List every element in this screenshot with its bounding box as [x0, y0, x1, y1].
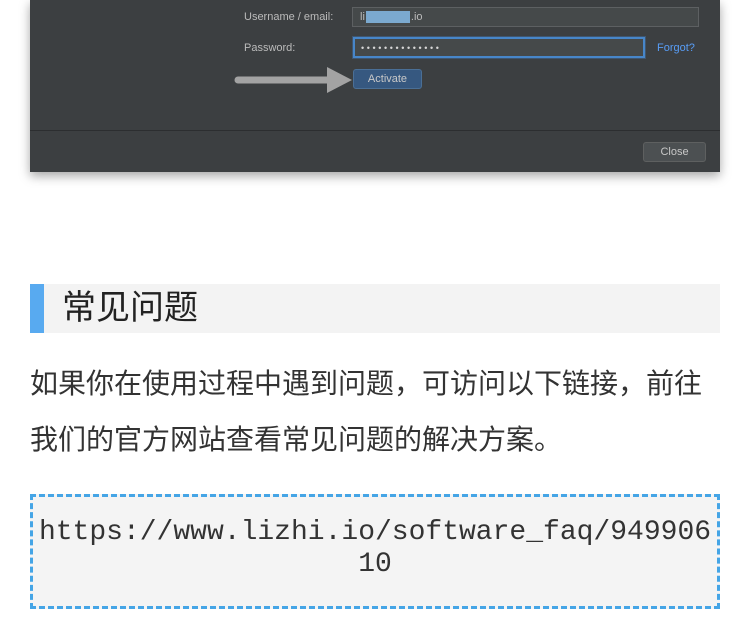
- close-button[interactable]: Close: [643, 142, 706, 162]
- password-mask: ••••••••••••••: [361, 42, 442, 53]
- password-input[interactable]: ••••••••••••••: [353, 37, 645, 58]
- activation-dialog: Username / email: li .io Password: •••••…: [30, 0, 720, 172]
- section-heading: 常见问题: [62, 289, 198, 327]
- heading-accent-bar: [30, 284, 44, 333]
- arrow-right-icon: [234, 67, 352, 93]
- username-label: Username / email:: [244, 11, 334, 23]
- forgot-password-link[interactable]: Forgot?: [657, 41, 695, 55]
- password-label: Password:: [244, 42, 296, 54]
- username-email-input[interactable]: li .io: [352, 7, 699, 27]
- redacted-text-block: [365, 11, 410, 23]
- faq-url-code-block: https://www.lizhi.io/software_faq/949906…: [30, 494, 720, 609]
- section-paragraph: 如果你在使用过程中遇到问题，可访问以下链接，前往我们的官方网站查看常见问题的解决…: [30, 368, 703, 455]
- username-value-prefix: li: [360, 11, 365, 23]
- activate-button[interactable]: Activate: [353, 69, 422, 89]
- username-value-suffix: .io: [410, 11, 423, 23]
- dialog-separator: [30, 130, 720, 131]
